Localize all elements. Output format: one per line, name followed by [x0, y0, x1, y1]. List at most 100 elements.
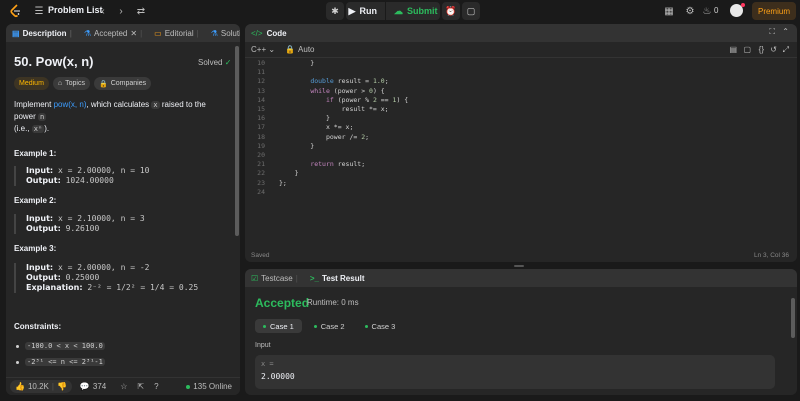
- document-icon: ▤: [12, 28, 20, 38]
- tab-testcase[interactable]: ☑ Testcase |: [245, 269, 304, 287]
- tab-case-2[interactable]: Case 2: [306, 319, 353, 333]
- result-tabs: ☑ Testcase | >_ Test Result: [245, 269, 797, 287]
- page-title: 50. Pow(x, n): [14, 54, 94, 69]
- tab-case-3[interactable]: Case 3: [357, 319, 404, 333]
- tab-solutions[interactable]: ⚗ Solutions | ⌄: [205, 24, 240, 42]
- run-submit-buttons: ▶ Run ☁ Submit: [346, 2, 440, 20]
- bookmark-icon[interactable]: ▢: [743, 45, 751, 54]
- list-item: -2³¹ <= n <= 2³¹-1: [16, 358, 105, 366]
- tag-icon: ⌂: [57, 80, 63, 87]
- lock-icon: 🔒: [285, 45, 296, 54]
- solved-status: Solved ✓: [198, 58, 232, 67]
- close-icon[interactable]: ✕: [130, 29, 137, 38]
- result-scrollbar[interactable]: [791, 298, 795, 338]
- comments-button[interactable]: 💬 374: [80, 382, 106, 391]
- panel-splitter[interactable]: [514, 265, 524, 267]
- runtime-label: Runtime: 0 ms: [307, 298, 359, 307]
- timer-button[interactable]: ⏰: [442, 2, 460, 20]
- chevron-right-icon[interactable]: ›: [114, 4, 128, 18]
- code-line: 11: [257, 68, 265, 77]
- code-icon: </>: [251, 28, 263, 38]
- shuffle-icon[interactable]: ⇄: [134, 4, 148, 18]
- list-icon[interactable]: ☰: [32, 4, 46, 18]
- problem-statement: Implement pow(x, n), which calculates x …: [14, 100, 206, 133]
- verdict-label: Accepted: [255, 296, 310, 310]
- mode-label[interactable]: Auto: [298, 45, 314, 54]
- flask-icon: ⚗: [210, 28, 218, 38]
- share-icon[interactable]: ⇱: [137, 382, 144, 391]
- description-footer: 👍 10.2K | 👎 💬 374 ☆ ⇱ ? 135 Online: [6, 377, 240, 395]
- code-editor[interactable]: 10 } 11 12 double result = 1.0; 13 while…: [245, 59, 797, 246]
- code-line: 14 if (power % 2 == 1) {: [257, 95, 409, 104]
- example-block: Input: x = 2.00000, n = 10 Output: 1024.…: [14, 166, 226, 186]
- example-title: Example 3:: [14, 244, 57, 253]
- gear-icon[interactable]: ⚙: [683, 4, 697, 18]
- code-line: 23};: [257, 178, 287, 187]
- code-header: </> Code ⛶ ⌃: [245, 24, 797, 42]
- braces-icon[interactable]: {}: [759, 45, 764, 54]
- leetcode-logo-icon[interactable]: [9, 4, 22, 18]
- code-toolbar: C++ ⌄ 🔒 Auto ▤ ▢ {} ↺ ⤢: [245, 42, 797, 58]
- expand-icon[interactable]: ⤢: [783, 45, 789, 55]
- pow-link[interactable]: pow(x, n): [54, 100, 87, 109]
- thumbs-up-icon: 👍: [15, 382, 25, 391]
- play-icon: ▶: [348, 5, 356, 16]
- example-title: Example 1:: [14, 149, 57, 158]
- list-item: -100.0 < x < 100.0: [16, 342, 105, 350]
- checkbox-icon: ☑: [251, 273, 259, 283]
- tab-editorial[interactable]: ▭ Editorial |: [148, 24, 205, 42]
- description-tabs: ▤ Description | ⚗ Accepted ✕ | ▭ Editori…: [6, 24, 240, 42]
- note-icon[interactable]: ▤: [729, 45, 737, 54]
- code-line: 22 }: [257, 169, 299, 178]
- companies-tag[interactable]: 🔒 Companies: [93, 77, 152, 90]
- language-select[interactable]: C++ ⌄: [251, 45, 275, 54]
- chevron-left-icon[interactable]: ‹: [96, 4, 110, 18]
- comment-icon: 💬: [79, 382, 90, 391]
- difficulty-badge: Medium: [14, 77, 49, 90]
- topics-tag[interactable]: ⌂ Topics: [52, 77, 90, 90]
- problem-tags: Medium ⌂ Topics 🔒 Companies: [14, 77, 152, 90]
- chevron-up-icon[interactable]: ⌃: [782, 27, 789, 36]
- description-panel: ▤ Description | ⚗ Accepted ✕ | ▭ Editori…: [6, 24, 240, 395]
- code-line: 21 return result;: [257, 160, 366, 169]
- code-line: 24: [257, 187, 265, 196]
- notes-button[interactable]: ▢: [462, 2, 480, 20]
- tab-test-result[interactable]: >_ Test Result: [304, 269, 371, 287]
- tab-description[interactable]: ▤ Description |: [6, 24, 78, 42]
- code-line: 13 while (power > 0) {: [257, 86, 385, 95]
- example-block: Input: x = 2.10000, n = 3 Output: 9.2610…: [14, 214, 226, 234]
- input-variable-name: x =: [261, 360, 274, 368]
- star-icon[interactable]: ☆: [120, 382, 127, 391]
- input-variable-value: 2.00000: [261, 372, 295, 381]
- example-block: Input: x = 2.00000, n = -2 Output: 0.250…: [14, 263, 226, 293]
- constraints-title: Constraints:: [14, 322, 62, 331]
- online-count: 135 Online: [186, 382, 232, 391]
- thumbs-down-icon[interactable]: 👎: [57, 382, 67, 391]
- save-status: Saved: [251, 252, 270, 259]
- maximize-icon[interactable]: ⛶: [769, 27, 775, 37]
- book-icon: ▭: [154, 28, 162, 38]
- cloud-upload-icon: ☁: [393, 5, 403, 16]
- flask-icon: ⚗: [83, 28, 91, 38]
- cursor-position: Ln 3, Col 36: [753, 252, 789, 259]
- like-button[interactable]: 👍 10.2K | 👎: [10, 380, 72, 393]
- streak-count: 0: [714, 6, 719, 15]
- grid-icon[interactable]: ▦: [662, 4, 676, 18]
- input-value-box: x = 2.00000: [255, 355, 775, 389]
- description-scrollbar[interactable]: [235, 46, 239, 236]
- submit-button[interactable]: ☁ Submit: [384, 2, 446, 20]
- reset-icon[interactable]: ↺: [770, 45, 777, 54]
- code-panel: </> Code ⛶ ⌃ C++ ⌄ 🔒 Auto ▤ ▢ {} ↺ ⤢ 10 …: [245, 24, 797, 262]
- tab-accepted[interactable]: ⚗ Accepted ✕ |: [78, 24, 148, 42]
- help-icon[interactable]: ?: [154, 382, 158, 391]
- problem-list-link[interactable]: Problem List: [48, 5, 103, 15]
- premium-button[interactable]: Premium: [752, 2, 796, 20]
- code-line: 16 }: [257, 114, 330, 123]
- bug-icon: ✱: [331, 5, 339, 16]
- tab-case-1[interactable]: Case 1: [255, 319, 302, 333]
- code-line: 18 power /= 2;: [257, 132, 370, 141]
- streak-fire-icon[interactable]: ♨: [703, 4, 712, 18]
- code-line: 20: [257, 151, 265, 159]
- code-line: 10 }: [257, 59, 315, 67]
- run-button[interactable]: ▶ Run: [341, 2, 385, 20]
